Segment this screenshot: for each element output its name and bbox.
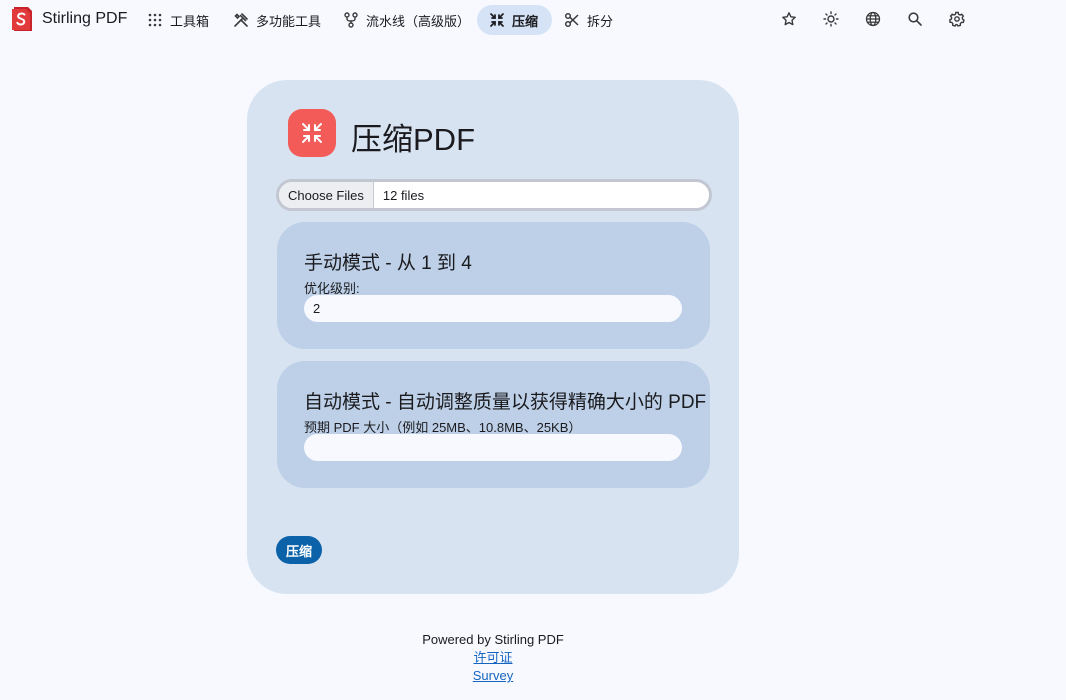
nav-item-label: 拆分 xyxy=(587,13,614,29)
settings-button[interactable] xyxy=(949,11,965,27)
nav-item-label: 压缩 xyxy=(512,13,539,29)
optimization-level-input[interactable] xyxy=(304,295,682,322)
manual-mode-section: 手动模式 - 从 1 到 4 优化级别: xyxy=(277,222,710,349)
nav-item-multitool[interactable]: 多功能工具 xyxy=(221,5,333,35)
powered-by-text: Powered by Stirling PDF xyxy=(422,632,564,647)
navbar: Stirling PDF 工具箱 多功能工具 流水线（高级版） 压缩 拆分 xyxy=(0,0,1066,40)
compress-icon xyxy=(490,13,504,27)
stirling-logo-icon xyxy=(12,7,32,31)
survey-link[interactable]: Survey xyxy=(0,667,986,685)
brand-name: Stirling PDF xyxy=(42,10,128,27)
nav-item-split[interactable]: 拆分 xyxy=(552,5,625,35)
choose-files-button[interactable]: Choose Files xyxy=(279,182,374,208)
license-link[interactable]: 许可证 xyxy=(0,649,986,667)
tool-icon-badge xyxy=(288,109,336,157)
favorites-button[interactable] xyxy=(781,11,797,27)
nav-item-label: 多功能工具 xyxy=(256,13,322,29)
auto-mode-title: 自动模式 - 自动调整质量以获得精确大小的 PDF xyxy=(304,392,707,413)
file-count-label: 12 files xyxy=(382,187,425,203)
manual-mode-title: 手动模式 - 从 1 到 4 xyxy=(304,253,472,274)
auto-mode-section: 自动模式 - 自动调整质量以获得精确大小的 PDF 预期 PDF 大小（例如 2… xyxy=(277,361,710,488)
theme-toggle-button[interactable] xyxy=(823,11,839,27)
search-button[interactable] xyxy=(907,11,923,27)
brand[interactable]: Stirling PDF xyxy=(10,6,127,32)
globe-icon xyxy=(865,11,881,27)
search-icon xyxy=(908,12,922,26)
file-input[interactable]: Choose Files 12 files xyxy=(276,179,712,211)
expected-size-input[interactable] xyxy=(304,434,682,461)
star-icon xyxy=(782,12,796,26)
nav-item-compress[interactable]: 压缩 xyxy=(477,5,552,35)
nav-item-toolbox[interactable]: 工具箱 xyxy=(135,5,221,35)
language-button[interactable] xyxy=(865,11,881,27)
nav-item-label: 流水线（高级版） xyxy=(366,13,471,29)
brightness-icon xyxy=(823,11,839,27)
nav-item-pipeline[interactable]: 流水线（高级版） xyxy=(331,5,482,35)
tools-icon xyxy=(234,13,248,27)
compress-icon xyxy=(302,123,322,143)
page-title: 压缩PDF xyxy=(351,122,475,157)
nav-item-label: 工具箱 xyxy=(170,13,210,29)
footer: Powered by Stirling PDF 许可证 Survey xyxy=(0,631,986,685)
gear-icon xyxy=(949,11,965,27)
grid-icon xyxy=(148,13,162,27)
pipeline-icon xyxy=(344,12,358,28)
compress-submit-button[interactable]: 压缩 xyxy=(276,536,323,564)
compress-pdf-card: 压缩PDF Choose Files 12 files 手动模式 - 从 1 到… xyxy=(247,80,739,594)
scissors-icon xyxy=(564,12,579,28)
